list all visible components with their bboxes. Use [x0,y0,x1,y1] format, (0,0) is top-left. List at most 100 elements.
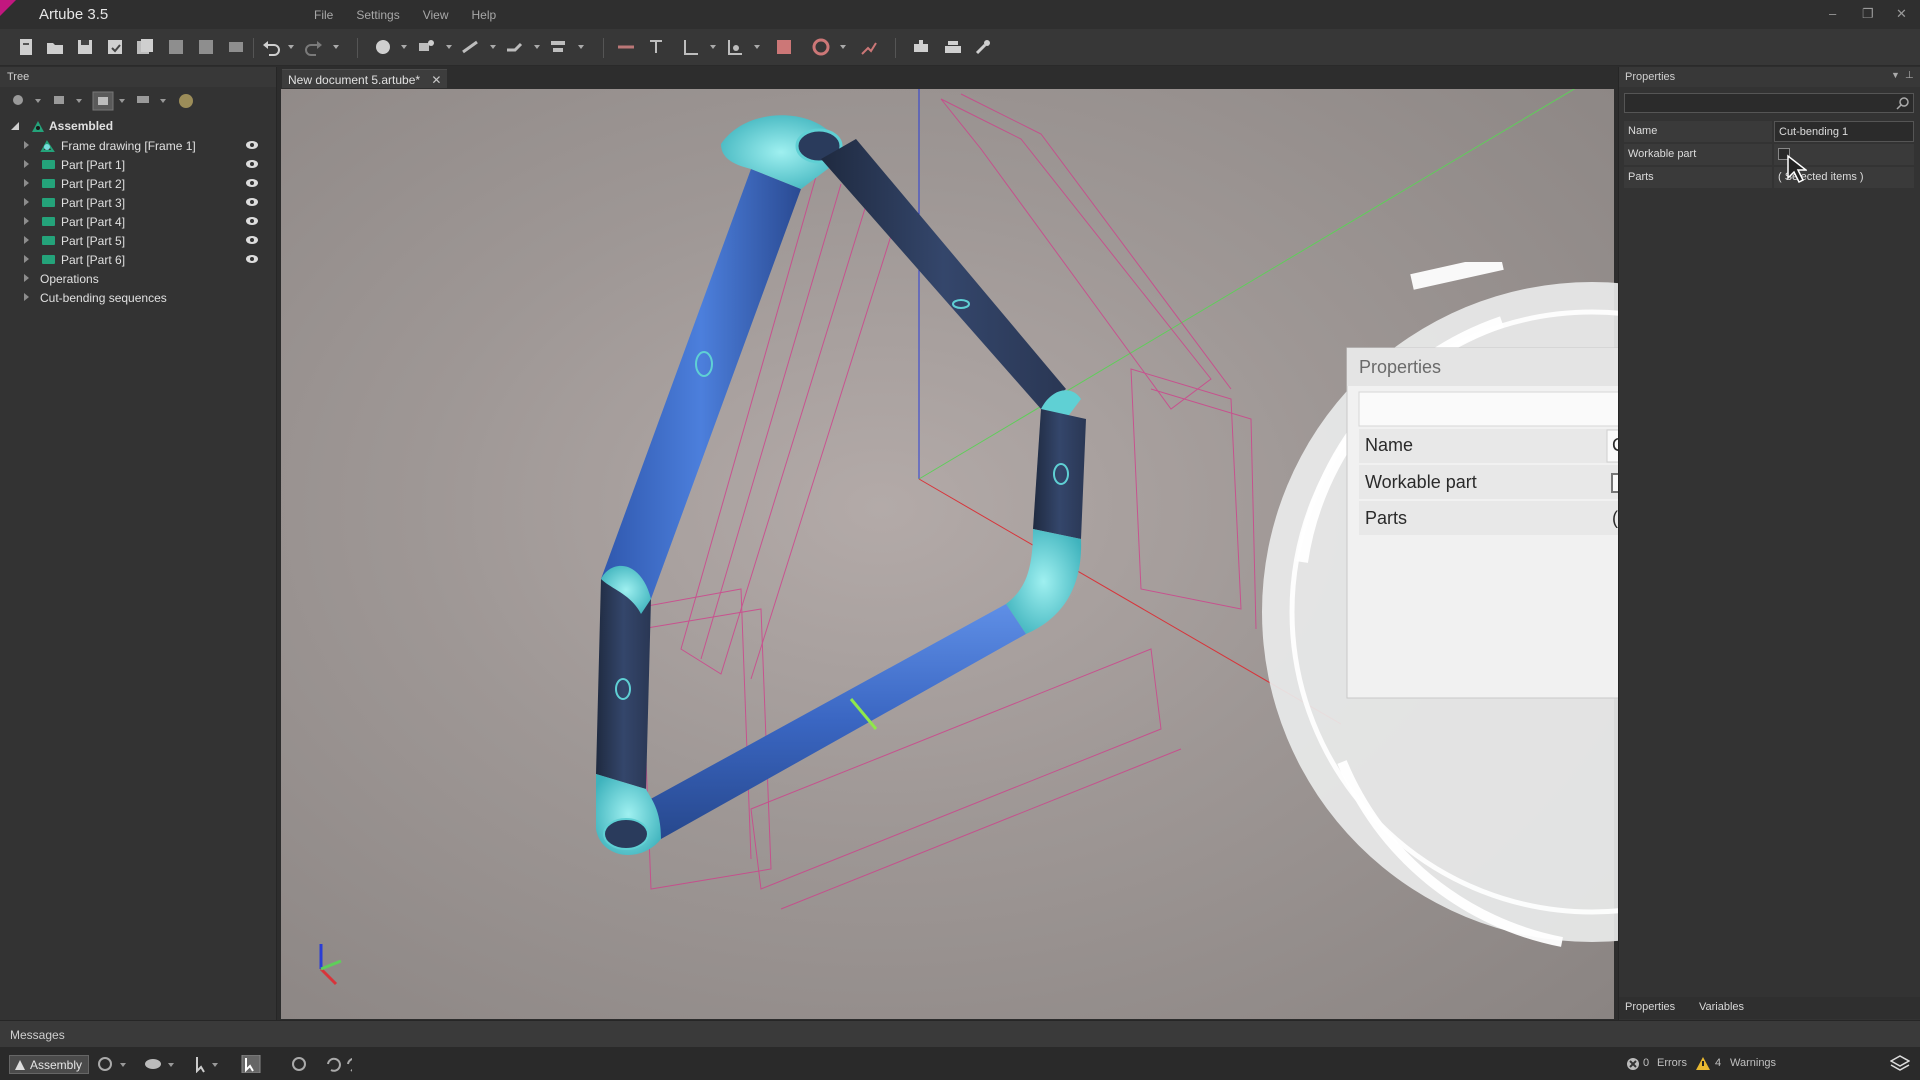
minimize-icon[interactable]: – [1829,6,1836,21]
error-label[interactable]: Errors [1657,1057,1687,1069]
tab-document[interactable]: New document 5.artube* ✕ [282,69,448,88]
collapsed-arrow-icon[interactable] [24,217,29,225]
tree-item-label: Part [Part 1] [61,158,126,172]
layers-stack-icon[interactable] [1890,1055,1910,1073]
app-title: Artube 3.5 [39,6,109,23]
tree-item-frame-drawing[interactable]: Frame drawing [Frame 1] [0,137,270,156]
measure-icon[interactable] [645,36,667,58]
tree-item-part-1[interactable]: Part [Part 1] [0,156,270,175]
expanded-arrow-icon[interactable] [11,122,20,131]
redo-icon[interactable] [303,36,325,58]
graph-icon[interactable] [858,36,880,58]
3d-viewport[interactable] [281,89,1614,1019]
tree-item-operations[interactable]: Operations [0,270,270,289]
circle-tool-icon[interactable] [372,36,394,58]
tube-part-1[interactable] [601,169,801,599]
collapsed-arrow-icon[interactable] [24,274,29,282]
status-bar: Assembly 0 Errors 4 Warnings [0,1047,1920,1080]
cursor-icon [1331,146,1361,186]
collapsed-arrow-icon[interactable] [24,293,29,301]
status-tools[interactable] [96,1055,306,1073]
visibility-eye-icon[interactable] [245,253,259,265]
property-row-parts: Parts ( Selected items ) [1624,167,1914,189]
tree-item-part-5[interactable]: Part [Part 5] [0,232,270,251]
rotate-icons[interactable] [322,1055,352,1073]
tab-properties[interactable]: Properties [1625,1001,1675,1013]
visibility-eye-icon[interactable] [245,234,259,246]
property-name-value[interactable]: Cut-bending 1 [1774,121,1914,142]
visibility-eye-icon[interactable] [245,139,259,151]
menu-help[interactable]: Help [472,8,497,22]
warning-label[interactable]: Warnings [1730,1057,1776,1069]
dropdown-icon[interactable]: ▼ [1891,70,1900,80]
tube-assembly-model[interactable] [281,89,1614,1019]
pin-icon[interactable]: ⊥ [1905,70,1914,81]
tree-item-label: Frame drawing [Frame 1] [61,139,196,153]
print-icon[interactable] [225,36,247,58]
close-icon[interactable]: ✕ [1896,6,1907,22]
properties-search-input[interactable] [1624,93,1914,113]
properties-header: Properties ▼ ⊥ [1619,67,1920,87]
simulate-icon[interactable] [810,36,832,58]
wrench-icon[interactable] [972,36,994,58]
cursor-icon [1787,154,1807,184]
search-icon[interactable] [1896,96,1910,110]
machine-icon[interactable] [910,36,932,58]
collapsed-arrow-icon[interactable] [24,160,29,168]
collapsed-arrow-icon[interactable] [24,255,29,263]
collapsed-arrow-icon[interactable] [24,179,29,187]
visibility-eye-icon[interactable] [245,215,259,227]
tree-item-part-6[interactable]: Part [Part 6] [0,251,270,270]
main-toolbar [0,29,1920,66]
bend-right[interactable] [1006,529,1082,634]
menu-view[interactable]: View [423,8,449,22]
tree-toolbar-icons[interactable] [0,87,200,114]
tree-item-part-2[interactable]: Part [Part 2] [0,175,270,194]
tube-part-2[interactable] [821,139,1066,409]
align-tool-icon[interactable] [547,36,569,58]
warning-icon [1696,1057,1710,1070]
visibility-eye-icon[interactable] [245,158,259,170]
constraint-icon[interactable] [724,36,746,58]
tree-header: Tree [0,67,276,87]
tree-item-assembled[interactable]: Assembled [0,117,270,136]
tube-part-3[interactable] [1033,409,1086,539]
collapsed-arrow-icon[interactable] [24,236,29,244]
visibility-eye-icon[interactable] [245,177,259,189]
collapsed-arrow-icon[interactable] [24,198,29,206]
properties-bottom-tabs: Properties Variables [1619,997,1920,1019]
angle-tool-icon[interactable] [680,36,702,58]
tree-item-part-3[interactable]: Part [Part 3] [0,194,270,213]
save-icon[interactable] [74,36,96,58]
line-tool-icon[interactable] [459,36,481,58]
menu-settings[interactable]: Settings [356,8,399,22]
collapsed-arrow-icon[interactable] [24,141,29,149]
open-folder-icon[interactable] [44,36,66,58]
title-bar: Artube 3.5 File Settings View Help – ❐ ✕ [0,0,1920,29]
export-icon[interactable] [165,36,187,58]
undo-icon[interactable] [260,36,282,58]
part-insert-icon[interactable] [415,36,437,58]
bender-icon[interactable] [942,36,964,58]
tube-part-4[interactable] [636,604,1026,839]
tree-panel: Tree Assembled Frame drawing [Frame 1] P… [0,67,277,1020]
layers-icon[interactable] [773,36,795,58]
assembly-mode-icon [15,1060,25,1070]
dimension-icon[interactable] [615,36,637,58]
save-as-icon[interactable] [104,36,126,58]
assembly-mode-button[interactable]: Assembly [9,1055,90,1074]
new-document-icon[interactable] [15,36,37,58]
tab-variables[interactable]: Variables [1699,1001,1744,1013]
save-all-icon[interactable] [134,36,156,58]
x-axis-line [918,478,1342,725]
messages-label[interactable]: Messages [10,1028,65,1042]
menu-file[interactable]: File [314,8,333,22]
tree-item-part-4[interactable]: Part [Part 4] [0,213,270,232]
visibility-eye-icon[interactable] [245,196,259,208]
tree-item-cut-bending-sequences[interactable]: Cut-bending sequences [0,289,270,308]
tree-item-label: Part [Part 4] [61,215,126,229]
import-icon[interactable] [195,36,217,58]
restore-icon[interactable]: ❐ [1862,6,1874,22]
bend-tool-icon[interactable] [503,36,525,58]
close-tab-icon[interactable]: ✕ [431,73,441,87]
